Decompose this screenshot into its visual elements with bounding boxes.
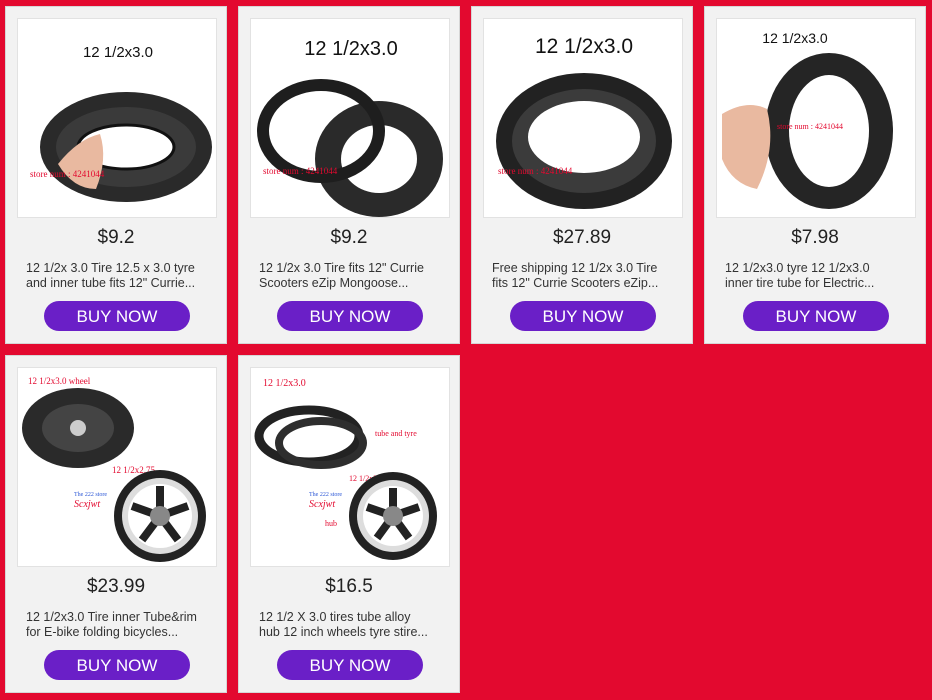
watermark: store num : 4241044 [777,122,843,131]
buy-now-button[interactable]: BUY NOW [510,301,656,331]
description-line: and inner tube fits 12" Currie... [26,276,196,290]
description-line: 12 1/2x3.0 tyre 12 1/2x3.0 [725,261,870,275]
product-card[interactable]: 12 1/2x3.0 store num : 4241044 $7.98 12 … [704,6,926,344]
store-name: Scxjwt [309,499,335,510]
price: $9.2 [330,227,368,248]
watermark: store num : 4241044 [498,166,573,176]
description-line: for E-bike folding bicycles... [26,625,179,639]
buy-now-button[interactable]: BUY NOW [44,301,190,331]
product-description[interactable]: 12 1/2x 3.0 Tire 12.5 x 3.0 tyre and inn… [26,261,210,291]
description-line: 12 1/2x 3.0 Tire 12.5 x 3.0 tyre [26,261,195,275]
description-line: Scooters eZip Mongoose... [259,276,409,290]
product-description[interactable]: 12 1/2x3.0 Tire inner Tube&rim for E-bik… [26,610,210,640]
buy-now-button[interactable]: BUY NOW [44,650,190,680]
price: $23.99 [86,576,146,597]
description-line: inner tire tube for Electric... [725,276,875,290]
product-description[interactable]: 12 1/2x 3.0 Tire fits 12" Currie Scooter… [259,261,443,291]
product-image[interactable]: 12 1/2x3.0 store num : 4241044 [250,18,450,218]
description-line: 12 1/2x3.0 Tire inner Tube&rim [26,610,197,624]
product-description[interactable]: 12 1/2 X 3.0 tires tube alloy hub 12 inc… [259,610,443,640]
price: $27.89 [552,227,612,248]
image-caption: 12 1/2x3.0 [304,38,397,60]
store-name: Scxjwt [74,499,100,510]
image-caption: 12 1/2x3.0 [535,35,633,58]
product-description[interactable]: 12 1/2x3.0 tyre 12 1/2x3.0 inner tire tu… [725,261,909,291]
buy-now-button[interactable]: BUY NOW [277,650,423,680]
hub-label: hub [325,519,337,528]
product-card[interactable]: 12 1/2x3.0 tube and tyre 12 1/2x2.75 The… [238,355,460,693]
product-image[interactable]: 12 1/2x3.0 store num : 4241044 [483,18,683,218]
product-card[interactable]: 12 1/2x3.0 wheel 12 1/2x2.75 The 222 sto… [5,355,227,693]
description-line: Free shipping 12 1/2x 3.0 Tire [492,261,658,275]
store-label: The 222 store [309,492,342,498]
description-line: fits 12" Currie Scooters eZip... [492,276,659,290]
price: $16.5 [325,576,373,597]
product-description[interactable]: Free shipping 12 1/2x 3.0 Tire fits 12" … [492,261,676,291]
watermark: store num : 4241044 [263,166,338,176]
store-label: The 222 store [74,492,107,498]
product-card[interactable]: 12 1/2x3.0 store num : 4241044 $9.2 12 1… [5,6,227,344]
product-image[interactable]: 12 1/2x3.0 store num : 4241044 [716,18,916,218]
buy-now-button[interactable]: BUY NOW [743,301,889,331]
image-caption: 12 1/2x3.0 [762,30,828,46]
product-image[interactable]: 12 1/2x3.0 wheel 12 1/2x2.75 The 222 sto… [17,367,217,567]
price: $9.2 [97,227,135,248]
tube-label: tube and tyre [375,429,417,438]
product-card[interactable]: 12 1/2x3.0 store num : 4241044 $27.89 Fr… [471,6,693,344]
description-line: 12 1/2x 3.0 Tire fits 12" Currie [259,261,424,275]
product-image[interactable]: 12 1/2x3.0 tube and tyre 12 1/2x2.75 The… [250,367,450,567]
image-caption: 12 1/2x3.0 wheel [28,376,91,386]
price: $7.98 [791,227,839,248]
description-line: 12 1/2 X 3.0 tires tube alloy [259,610,411,624]
image-caption: 12 1/2x3.0 [263,378,306,389]
product-card[interactable]: 12 1/2x3.0 store num : 4241044 $9.2 12 1… [238,6,460,344]
description-line: hub 12 inch wheels tyre stire... [259,625,428,639]
image-caption: 12 1/2x3.0 [83,44,153,61]
buy-now-button[interactable]: BUY NOW [277,301,423,331]
product-image[interactable]: 12 1/2x3.0 store num : 4241044 [17,18,217,218]
watermark: store num : 4241044 [30,169,105,179]
